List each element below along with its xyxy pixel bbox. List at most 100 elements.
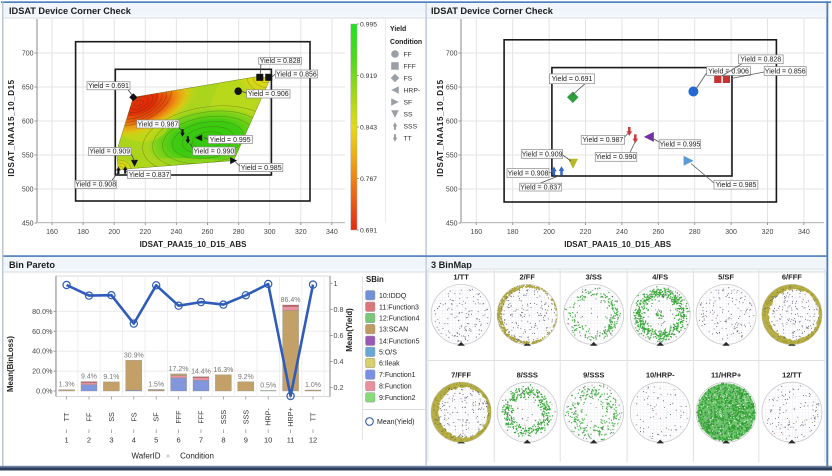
svg-text:Yield = 0.908: Yield = 0.908 bbox=[75, 182, 116, 189]
svg-text:5/SF: 5/SF bbox=[718, 273, 734, 282]
svg-text:FFF: FFF bbox=[174, 410, 183, 424]
svg-text:340: 340 bbox=[326, 229, 338, 236]
svg-text:Yield = 0.987: Yield = 0.987 bbox=[137, 121, 178, 128]
svg-text:IDSAT_PAA15_10_D15_ABS: IDSAT_PAA15_10_D15_ABS bbox=[140, 240, 248, 249]
svg-text:6/FFF: 6/FFF bbox=[782, 273, 802, 282]
svg-text:Yield = 0.828: Yield = 0.828 bbox=[260, 58, 301, 65]
svg-text:650: 650 bbox=[446, 85, 458, 92]
svg-text:8/SSS: 8/SSS bbox=[517, 371, 538, 380]
svg-text:5: 5 bbox=[154, 436, 158, 445]
svg-text:12: 12 bbox=[309, 436, 317, 445]
svg-text:80.0%: 80.0% bbox=[32, 307, 53, 316]
svg-text:1: 1 bbox=[334, 279, 338, 288]
svg-text:260: 260 bbox=[202, 229, 214, 236]
svg-text:Condition: Condition bbox=[180, 452, 214, 461]
svg-text:Condition: Condition bbox=[390, 39, 422, 46]
svg-text:16.3%: 16.3% bbox=[213, 367, 233, 374]
svg-text:Yield = 0.856: Yield = 0.856 bbox=[276, 71, 317, 78]
svg-text:Yield = 0.995: Yield = 0.995 bbox=[660, 142, 701, 149]
svg-text:6: 6 bbox=[177, 436, 181, 445]
svg-text:Yield = 0.909: Yield = 0.909 bbox=[522, 151, 563, 158]
svg-text:0.995: 0.995 bbox=[360, 22, 377, 29]
svg-text:3/SS: 3/SS bbox=[586, 273, 602, 282]
svg-text:Yield = 0.691: Yield = 0.691 bbox=[88, 83, 129, 90]
svg-text:5:O/S: 5:O/S bbox=[379, 349, 397, 356]
svg-text:12/TT: 12/TT bbox=[782, 371, 802, 380]
svg-text:550: 550 bbox=[446, 153, 458, 160]
svg-text:Yield = 0.987: Yield = 0.987 bbox=[582, 137, 623, 144]
svg-text:SSS: SSS bbox=[241, 410, 250, 425]
svg-text:Bin Pareto: Bin Pareto bbox=[9, 260, 55, 270]
svg-text:FS: FS bbox=[404, 76, 413, 83]
svg-text:14.4%: 14.4% bbox=[191, 369, 211, 376]
svg-text:Yield = 0.990: Yield = 0.990 bbox=[193, 148, 234, 155]
svg-text:600: 600 bbox=[446, 119, 458, 126]
svg-text:700: 700 bbox=[22, 51, 34, 58]
svg-text:1.5%: 1.5% bbox=[148, 382, 164, 389]
svg-text:SBin: SBin bbox=[366, 275, 384, 284]
svg-text:60.0%: 60.0% bbox=[32, 327, 53, 336]
svg-text:0.8: 0.8 bbox=[334, 305, 344, 314]
svg-text:SF: SF bbox=[404, 100, 413, 107]
svg-text:220: 220 bbox=[139, 229, 151, 236]
svg-text:320: 320 bbox=[295, 229, 307, 236]
svg-text:FFF: FFF bbox=[197, 410, 206, 424]
svg-text:0.919: 0.919 bbox=[360, 73, 377, 80]
svg-text:1: 1 bbox=[65, 436, 69, 445]
svg-text:340: 340 bbox=[798, 229, 810, 236]
svg-text:180: 180 bbox=[507, 229, 519, 236]
svg-text:1.0%: 1.0% bbox=[305, 382, 321, 389]
svg-text:0.4: 0.4 bbox=[334, 357, 344, 366]
svg-text:10: 10 bbox=[264, 436, 272, 445]
svg-text:WaferID: WaferID bbox=[131, 452, 160, 461]
svg-text:600: 600 bbox=[22, 119, 34, 126]
svg-text:9.2%: 9.2% bbox=[238, 374, 254, 381]
svg-text:180: 180 bbox=[77, 229, 89, 236]
svg-text:220: 220 bbox=[580, 229, 592, 236]
svg-text:0.843: 0.843 bbox=[360, 125, 377, 132]
svg-text:1/TT: 1/TT bbox=[453, 273, 469, 282]
svg-text:700: 700 bbox=[446, 51, 458, 58]
svg-text:280: 280 bbox=[689, 229, 701, 236]
svg-text:10:IDDQ: 10:IDDQ bbox=[379, 293, 407, 300]
svg-text:FS: FS bbox=[129, 412, 138, 421]
svg-text:FF: FF bbox=[85, 412, 94, 421]
svg-text:260: 260 bbox=[652, 229, 664, 236]
svg-text:8: 8 bbox=[221, 436, 225, 445]
svg-text:IDSAT_NAA15_10_D15: IDSAT_NAA15_10_D15 bbox=[7, 79, 16, 176]
svg-text:500: 500 bbox=[446, 187, 458, 194]
svg-text:550: 550 bbox=[22, 153, 34, 160]
svg-text:11: 11 bbox=[287, 436, 295, 445]
svg-text:IDSAT Device Corner Check: IDSAT Device Corner Check bbox=[9, 6, 132, 16]
svg-text:200: 200 bbox=[543, 229, 555, 236]
svg-text:Yield = 0.906: Yield = 0.906 bbox=[248, 91, 289, 98]
svg-text:14:Function5: 14:Function5 bbox=[379, 338, 420, 345]
svg-text:160: 160 bbox=[470, 229, 482, 236]
svg-text:Yield = 0.985: Yield = 0.985 bbox=[241, 165, 282, 172]
svg-text:0.767: 0.767 bbox=[360, 176, 377, 183]
svg-text:30.9%: 30.9% bbox=[124, 352, 144, 359]
svg-text:6:Ileak: 6:Ileak bbox=[379, 361, 400, 368]
svg-text:IDSAT Device Corner Check: IDSAT Device Corner Check bbox=[431, 6, 554, 16]
svg-text:Yield = 0.908: Yield = 0.908 bbox=[508, 170, 549, 177]
svg-text:FF: FF bbox=[404, 52, 412, 59]
svg-text:450: 450 bbox=[446, 221, 458, 228]
svg-text:0.0%: 0.0% bbox=[36, 387, 53, 396]
svg-text:160: 160 bbox=[46, 229, 58, 236]
svg-text:10/HRP-: 10/HRP- bbox=[646, 371, 675, 380]
svg-text:IDSAT_PAA15_10_D15_ABS: IDSAT_PAA15_10_D15_ABS bbox=[564, 240, 672, 249]
svg-text:280: 280 bbox=[233, 229, 245, 236]
svg-text:2: 2 bbox=[87, 436, 91, 445]
svg-text:40.0%: 40.0% bbox=[32, 347, 53, 356]
svg-text:7: 7 bbox=[199, 436, 203, 445]
svg-text:HRP-: HRP- bbox=[404, 88, 421, 95]
svg-text:Yield = 0.909: Yield = 0.909 bbox=[89, 149, 130, 156]
svg-text:12:Function4: 12:Function4 bbox=[379, 316, 420, 323]
svg-text:TT: TT bbox=[62, 412, 71, 421]
svg-text:9:Function2: 9:Function2 bbox=[379, 395, 416, 402]
svg-text:1.3%: 1.3% bbox=[59, 382, 75, 389]
svg-text:300: 300 bbox=[725, 229, 737, 236]
svg-text:Yield = 0.990: Yield = 0.990 bbox=[596, 154, 637, 161]
svg-text:320: 320 bbox=[762, 229, 774, 236]
svg-text:HRP-: HRP- bbox=[264, 408, 273, 426]
